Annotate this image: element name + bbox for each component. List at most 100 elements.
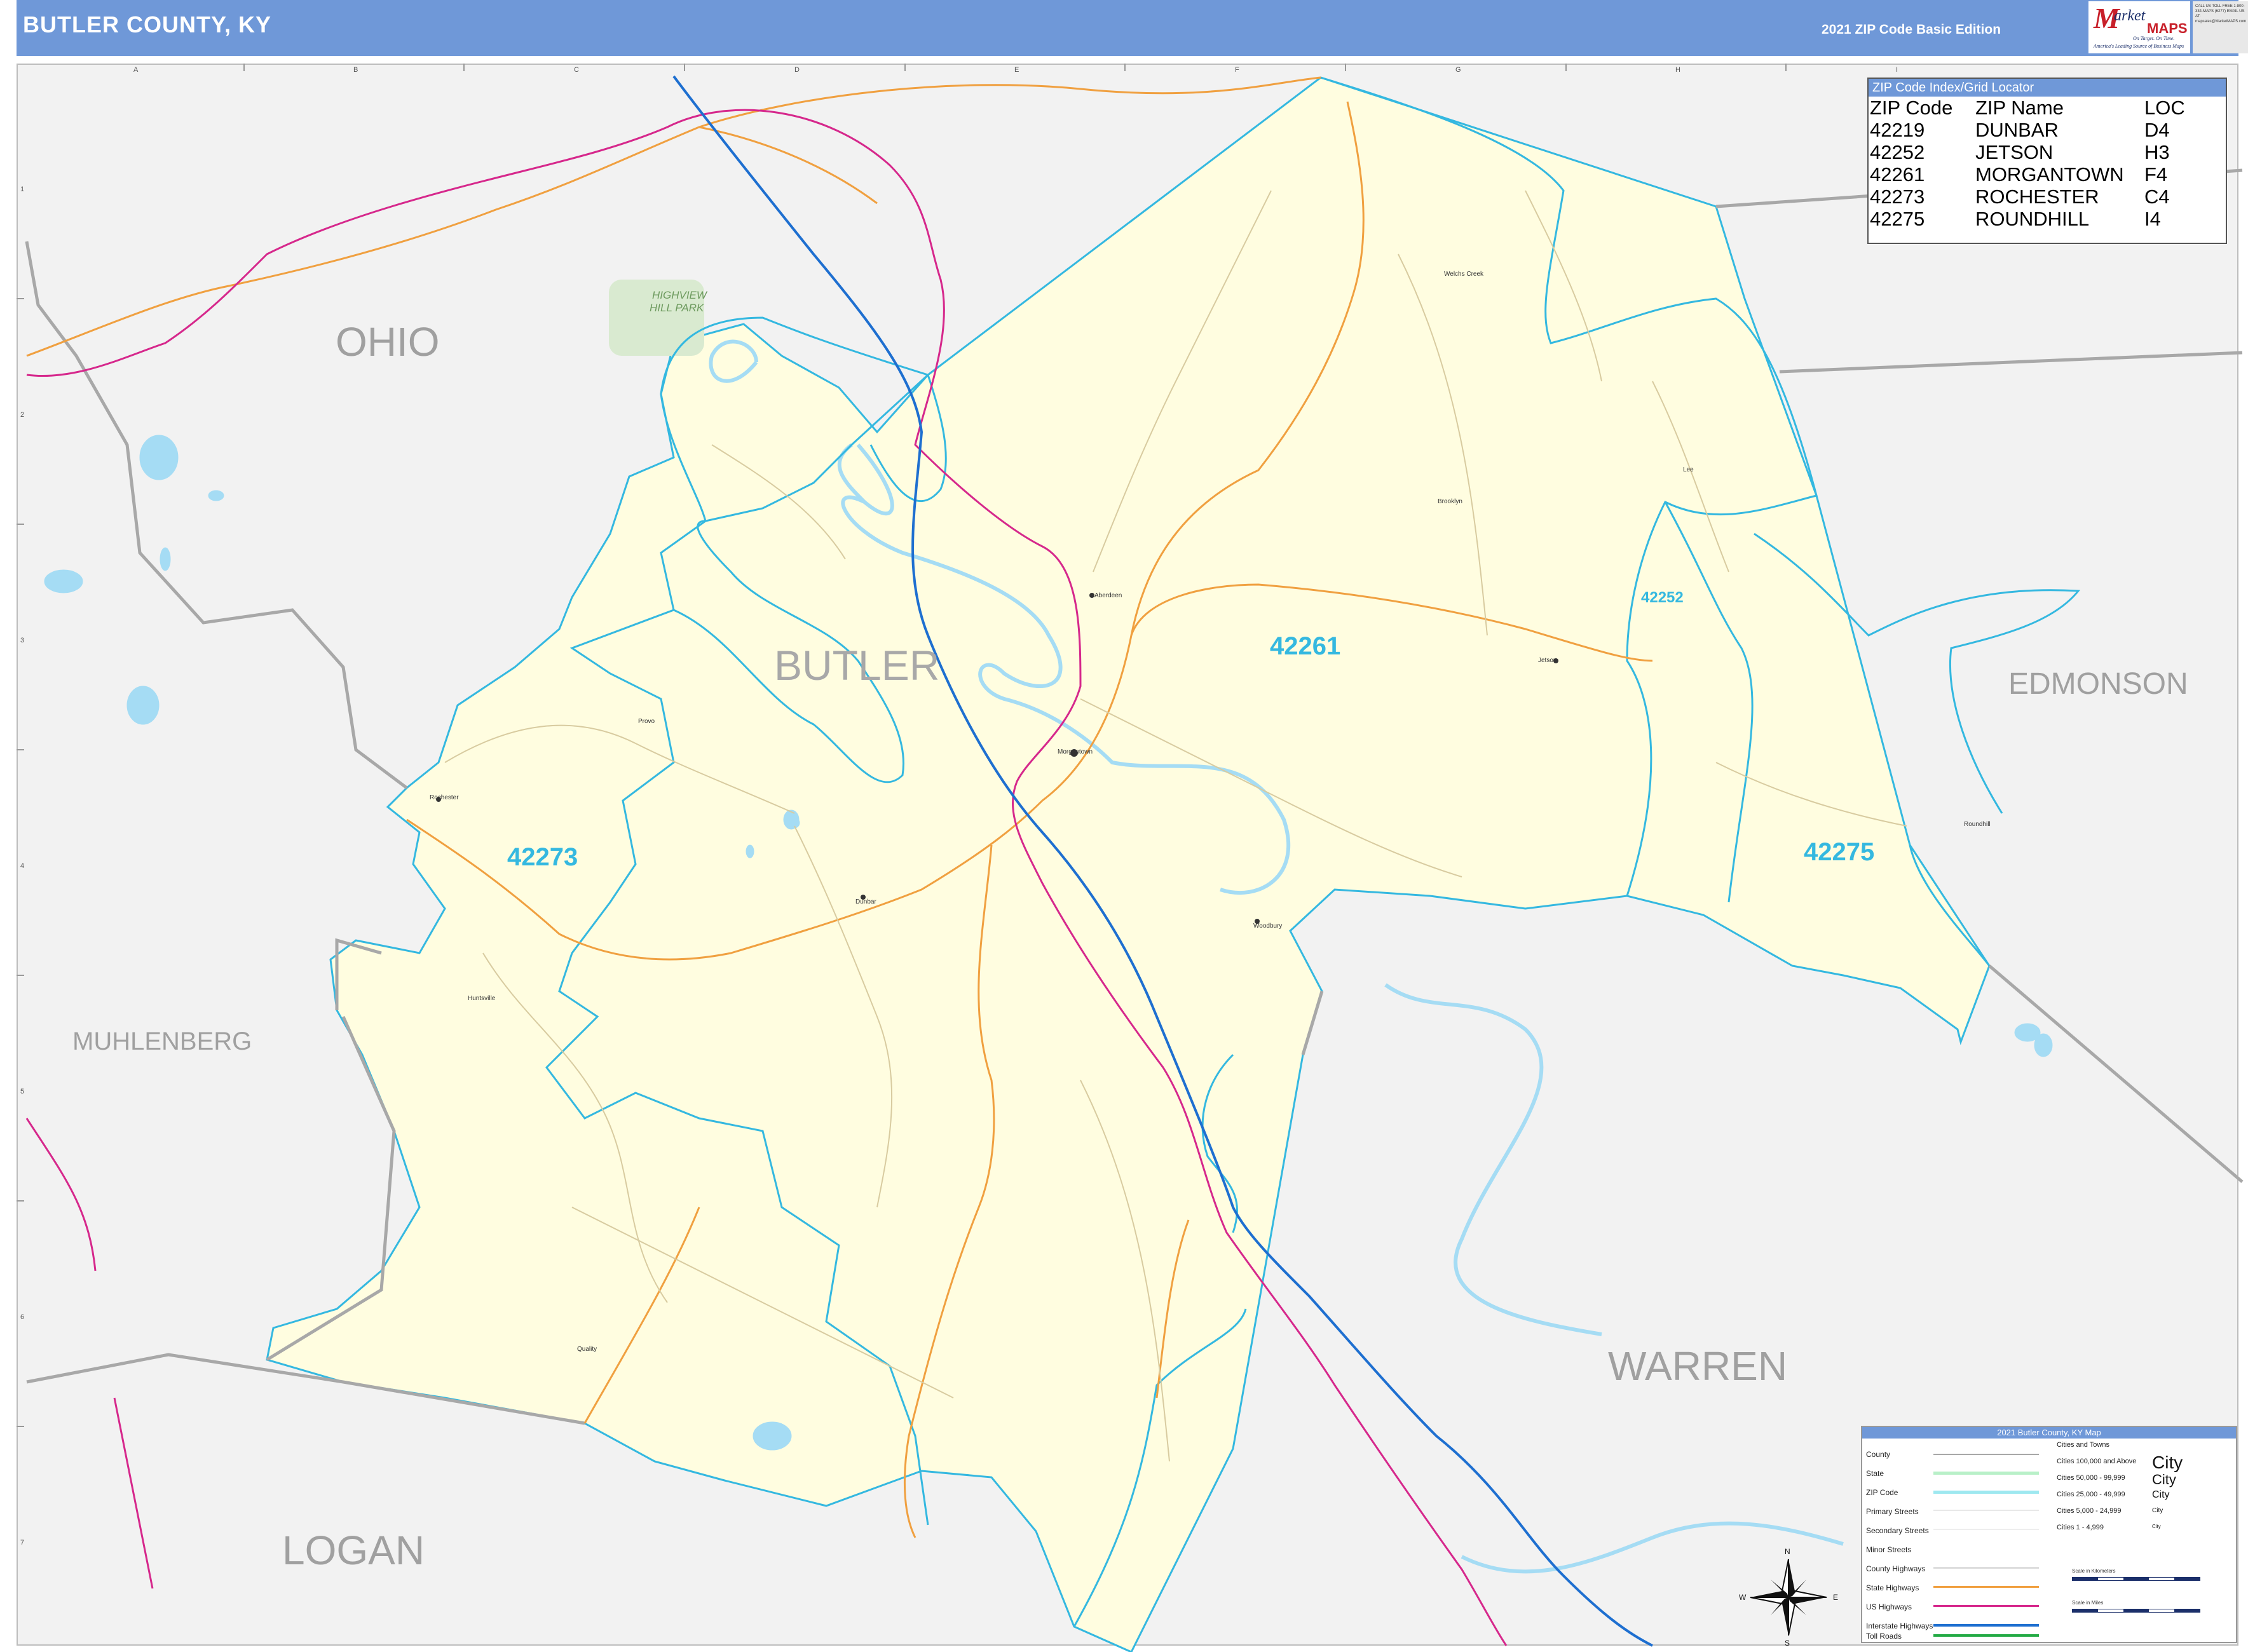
grid-number-3: 3 [20, 637, 25, 644]
county-label-ohio: OHIO [336, 319, 440, 365]
grid-letter-b: B [353, 66, 358, 74]
town-label-dunbar: Dunbar [855, 898, 876, 905]
compass-n: N [1785, 1547, 1790, 1556]
legend-line-us-hwy [1933, 1605, 2039, 1607]
table-row: 42252 JETSON H3 [1870, 141, 2185, 163]
zip-loc-cell: C4 [2144, 186, 2170, 208]
town-label-welchs-creek: Welchs Creek [1444, 271, 1484, 278]
zip-index-header-row: ZIP Code ZIP Name LOC [1870, 97, 2185, 119]
zip-loc-cell: I4 [2144, 208, 2161, 230]
zip-loc-cell: D4 [2144, 119, 2170, 141]
legend-line-toll [1933, 1634, 2039, 1637]
legend-item-interstate: Interstate Highways [1866, 1622, 1933, 1630]
compass-e: E [1833, 1593, 1838, 1602]
grid-number-7: 7 [20, 1539, 25, 1547]
map-canvas[interactable]: OHIO BUTLER MUHLENBERG LOGAN WARREN E D MO… [0, 0, 2248, 1652]
scale-km-label: Scale in Kilometers [2072, 1568, 2116, 1574]
town-label-brooklyn: Brooklyn [1438, 498, 1462, 505]
grid-number-2: 2 [20, 411, 25, 419]
zip-code-cell: 42275 [1870, 208, 1925, 230]
scale-bar-mi [2072, 1609, 2200, 1613]
legend-item-zip: ZIP Code [1866, 1488, 1898, 1497]
legend-line-county-hwy [1933, 1567, 2039, 1569]
legend-item-state: State [1866, 1469, 1884, 1478]
legend-city-tier-2: Cities 50,000 - 99,999 [2057, 1474, 2125, 1482]
legend-city-tier-5: Cities 1 - 4,999 [2057, 1524, 2104, 1531]
scale-bar-km [2072, 1577, 2200, 1581]
legend-line-secondary [1933, 1529, 2039, 1530]
county-label-warren: WARREN [1608, 1343, 1787, 1389]
zip-code-cell: 42261 [1870, 163, 1925, 186]
town-label-huntsville: Huntsville [468, 995, 496, 1002]
grid-letter-e: E [1014, 66, 1019, 74]
legend-item-state-hwy: State Highways [1866, 1583, 1919, 1592]
zip-name-cell: DUNBAR [1975, 119, 2059, 141]
legend-item-county: County [1866, 1450, 1891, 1459]
grid-number-6: 6 [20, 1313, 25, 1321]
town-label-rochester: Rochester [430, 794, 459, 801]
table-row: 42273 ROCHESTER C4 [1870, 186, 2185, 208]
zip-index-grid: ZIP Code ZIP Name LOC 42219 DUNBAR D4 42… [1870, 97, 2185, 230]
legend-line-primary [1933, 1510, 2039, 1511]
zip-code-cell: 42252 [1870, 141, 1925, 163]
zip-name-cell: ROCHESTER [1975, 186, 2099, 208]
grid-letter-f: F [1235, 66, 1239, 74]
county-label-muhlenberg: MUHLENBERG [72, 1027, 252, 1055]
town-label-aberdeen: Aberdeen [1094, 592, 1122, 599]
legend-line-state-hwy [1933, 1586, 2039, 1588]
map-legend: 2021 Butler County, KY Map County State … [1861, 1426, 2237, 1643]
zip-index-header-zip: ZIP Code [1870, 97, 1953, 119]
legend-item-minor: Minor Streets [1866, 1545, 1912, 1554]
grid-letter-d: D [794, 66, 800, 74]
aberdeen-marker [1089, 593, 1094, 598]
legend-line-state [1933, 1472, 2039, 1475]
legend-city-sample-5: City [2152, 1524, 2161, 1529]
zip-name-cell: JETSON [1975, 141, 2054, 163]
park-label-line1: HIGHVIEW [652, 289, 708, 301]
county-label-butler: BUTLER [774, 642, 939, 689]
town-label-morgantown: Morgantown [1058, 748, 1093, 755]
zip-index-header-name: ZIP Name [1975, 97, 2064, 119]
town-label-provo: Provo [638, 718, 655, 725]
town-label-quality: Quality [577, 1346, 597, 1353]
zip-label-42261: 42261 [1270, 632, 1340, 660]
grid-number-1: 1 [20, 186, 25, 193]
zip-label-42252: 42252 [1641, 589, 1684, 606]
zip-loc-cell: H3 [2144, 141, 2170, 163]
zip-code-cell: 42219 [1870, 119, 1925, 141]
grid-letter-a: A [133, 66, 139, 74]
zip-index-header-loc: LOC [2144, 97, 2185, 119]
town-label-woodbury: Woodbury [1253, 923, 1282, 930]
zip-name-cell: MORGANTOWN [1975, 163, 2124, 186]
grid-number-5: 5 [20, 1088, 25, 1095]
compass-w: W [1739, 1593, 1747, 1602]
grid-letter-i: I [1896, 66, 1898, 74]
zip-label-42273: 42273 [507, 843, 578, 871]
grid-number-4: 4 [20, 862, 25, 870]
legend-city-sample-3: City [2152, 1489, 2170, 1500]
table-row: 42275 ROUNDHILL I4 [1870, 208, 2185, 230]
legend-item-us-hwy: US Highways [1866, 1602, 1912, 1611]
zip-name-cell: ROUNDHILL [1975, 208, 2090, 230]
zip-code-cell: 42273 [1870, 186, 1925, 208]
town-label-roundhill: Roundhill [1964, 821, 1991, 828]
legend-item-secondary: Secondary Streets [1866, 1526, 1929, 1535]
legend-city-tier-3: Cities 25,000 - 49,999 [2057, 1491, 2125, 1498]
legend-line-interstate [1933, 1624, 2039, 1627]
legend-city-sample-2: City [2152, 1472, 2176, 1487]
county-label-logan: LOGAN [282, 1527, 425, 1573]
zip-loc-cell: F4 [2144, 163, 2168, 186]
legend-city-tier-1: Cities 100,000 and Above [2057, 1458, 2137, 1465]
scale-mi-label: Scale in Miles [2072, 1600, 2104, 1606]
legend-line-zip [1933, 1491, 2039, 1494]
legend-title: 2021 Butler County, KY Map [1862, 1427, 2236, 1439]
town-label-jetson: Jetson [1538, 657, 1557, 664]
table-row: 42219 DUNBAR D4 [1870, 119, 2185, 141]
legend-line-county [1933, 1454, 2039, 1455]
zip-label-42275: 42275 [1804, 838, 1874, 866]
grid-letter-h: H [1675, 66, 1680, 74]
compass-rose [1750, 1559, 1827, 1636]
legend-city-tier-4: Cities 5,000 - 24,999 [2057, 1507, 2122, 1515]
legend-city-sample-1: City [2152, 1452, 2183, 1472]
table-row: 42261 MORGANTOWN F4 [1870, 163, 2185, 186]
